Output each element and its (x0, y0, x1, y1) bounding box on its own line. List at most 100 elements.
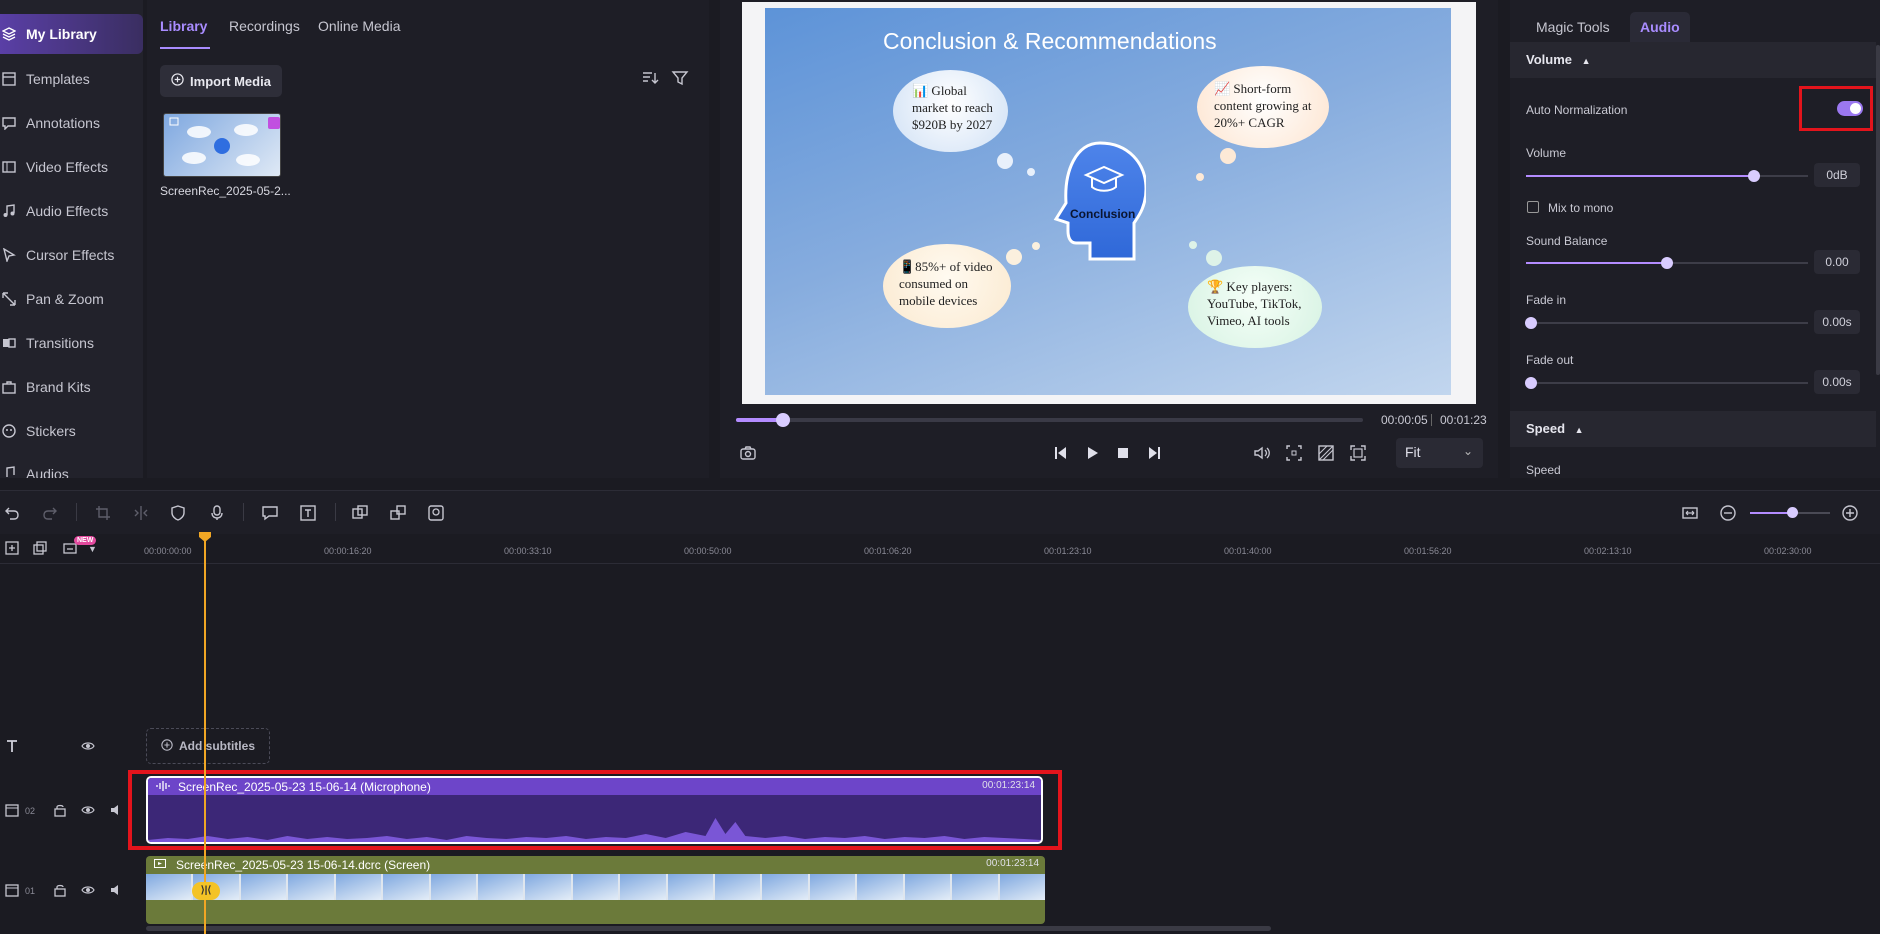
tab-library[interactable]: Library (160, 18, 207, 34)
safe-zone-icon[interactable] (1284, 443, 1304, 463)
marker-shield-icon[interactable] (168, 503, 188, 523)
slider-handle[interactable] (1748, 170, 1760, 182)
eye-icon[interactable] (78, 880, 98, 900)
nav-pan-zoom[interactable]: Pan & Zoom (0, 279, 143, 319)
nav-cursor-effects[interactable]: Cursor Effects (0, 235, 143, 275)
sort-icon[interactable] (641, 69, 659, 87)
snapshot-camera-icon[interactable] (738, 443, 758, 463)
templates-icon (2, 72, 16, 86)
nav-stickers[interactable]: Stickers (0, 411, 143, 451)
video-clip[interactable]: ScreenRec_2025-05-23 15-06-14.dcrc (Scre… (146, 856, 1045, 924)
nav-audio-effects[interactable]: Audio Effects (0, 191, 143, 231)
zoom-out-icon[interactable] (1718, 503, 1738, 523)
video-frame (952, 874, 998, 900)
microphone-icon[interactable] (207, 503, 227, 523)
media-thumbnail[interactable] (163, 113, 281, 177)
speed-section-header[interactable]: Speed ▲ (1510, 411, 1876, 447)
transition-icon (2, 336, 16, 350)
comment-icon[interactable] (260, 503, 280, 523)
nav-brand-kits[interactable]: Brand Kits (0, 367, 143, 407)
speaker-icon[interactable] (106, 800, 126, 820)
stop-icon[interactable] (1113, 443, 1133, 463)
fade-out-label: Fade out (1526, 353, 1574, 367)
dropdown-caret-icon[interactable]: ▼ (88, 544, 97, 554)
fade-out-slider[interactable] (1525, 377, 1808, 389)
group-icon[interactable] (350, 503, 370, 523)
split-marker[interactable]: ⟩|⟨ (192, 882, 220, 900)
timeline-horizontal-scrollbar[interactable] (146, 926, 1271, 931)
previous-frame-icon[interactable] (1051, 443, 1071, 463)
transparency-grid-icon[interactable] (1316, 443, 1336, 463)
slider-handle[interactable] (1661, 257, 1673, 269)
replace-icon[interactable] (426, 503, 446, 523)
play-icon[interactable] (1082, 443, 1102, 463)
sound-balance-slider[interactable] (1526, 257, 1808, 269)
time-ruler[interactable]: ▼ NEW 00:00:00:00 00:00:16:20 00:00:33:1… (0, 534, 1880, 564)
slider-handle[interactable] (1525, 317, 1537, 329)
split-icon[interactable] (131, 503, 151, 523)
speaker-icon[interactable] (106, 880, 126, 900)
slider-fill (1526, 262, 1667, 264)
nav-my-library[interactable]: My Library (0, 14, 143, 54)
nav-label: Templates (26, 71, 90, 87)
timeline-zoom-slider[interactable] (1750, 507, 1830, 518)
nav-templates[interactable]: Templates (0, 59, 143, 99)
ungroup-icon[interactable] (388, 503, 408, 523)
playback-progress-bar[interactable] (736, 413, 1363, 427)
video-frame (904, 874, 951, 900)
slider-handle[interactable] (1525, 377, 1537, 389)
eye-icon[interactable] (78, 800, 98, 820)
nav-annotations[interactable]: Annotations (0, 103, 143, 143)
track-type-icon (2, 880, 22, 900)
lock-icon[interactable] (50, 880, 70, 900)
music-note-icon (2, 204, 16, 218)
add-track-icon[interactable] (2, 538, 22, 558)
text-box-icon[interactable] (298, 503, 318, 523)
cloud-line: mobile devices (899, 293, 978, 308)
crop-icon[interactable] (93, 503, 113, 523)
volume-icon[interactable] (1252, 443, 1272, 463)
next-frame-icon[interactable] (1144, 443, 1164, 463)
tab-recordings[interactable]: Recordings (229, 18, 300, 34)
fade-out-value[interactable]: 0.00s (1814, 370, 1860, 394)
slider-handle[interactable] (1787, 507, 1798, 518)
volume-value[interactable]: 0dB (1814, 163, 1860, 187)
volume-section-header[interactable]: Volume ▲ (1510, 42, 1876, 78)
nav-audios[interactable]: Audios (0, 455, 143, 478)
fade-in-slider[interactable] (1525, 317, 1808, 329)
playhead[interactable] (199, 532, 211, 934)
zoom-fit-select[interactable]: Fit ⌄ (1396, 438, 1483, 468)
brand-kit-icon (2, 380, 16, 394)
video-effects-icon (2, 160, 16, 174)
tick-label: 00:00:50:00 (684, 546, 732, 556)
nav-video-effects[interactable]: Video Effects (0, 147, 143, 187)
lock-icon[interactable] (50, 800, 70, 820)
media-panel: Library Recordings Online Media Import M… (147, 0, 709, 478)
cloud-line: 🏆 Key players: (1207, 279, 1293, 294)
zoom-in-icon[interactable] (1840, 503, 1860, 523)
progress-handle[interactable] (776, 413, 790, 427)
redo-icon[interactable] (40, 503, 60, 523)
cursor-icon (2, 248, 16, 262)
eye-icon[interactable] (78, 736, 98, 756)
tab-magic-tools[interactable]: Magic Tools (1526, 12, 1620, 42)
import-media-button[interactable]: Import Media (160, 65, 282, 97)
cloud-line: 📈 Short-form (1214, 81, 1292, 96)
tab-online-media[interactable]: Online Media (318, 18, 401, 34)
copy-track-icon[interactable] (30, 538, 50, 558)
tick-label: 00:02:30:00 (1764, 546, 1812, 556)
volume-slider[interactable] (1526, 170, 1808, 182)
add-subtitles-button[interactable]: Add subtitles (146, 728, 270, 764)
sound-balance-value[interactable]: 0.00 (1814, 250, 1860, 274)
add-subtitles-label: Add subtitles (178, 739, 255, 753)
fade-in-value[interactable]: 0.00s (1814, 310, 1860, 334)
fit-timeline-icon[interactable] (1680, 503, 1700, 523)
panel-scrollbar[interactable] (1876, 45, 1880, 375)
nav-transitions[interactable]: Transitions (0, 323, 143, 363)
undo-icon[interactable] (2, 503, 22, 523)
video-clip-duration: 00:01:23:14 (986, 858, 1039, 869)
fullscreen-icon[interactable] (1348, 443, 1368, 463)
mix-to-mono-checkbox[interactable] (1527, 201, 1539, 213)
tab-audio[interactable]: Audio (1630, 12, 1690, 42)
filter-icon[interactable] (671, 69, 689, 87)
